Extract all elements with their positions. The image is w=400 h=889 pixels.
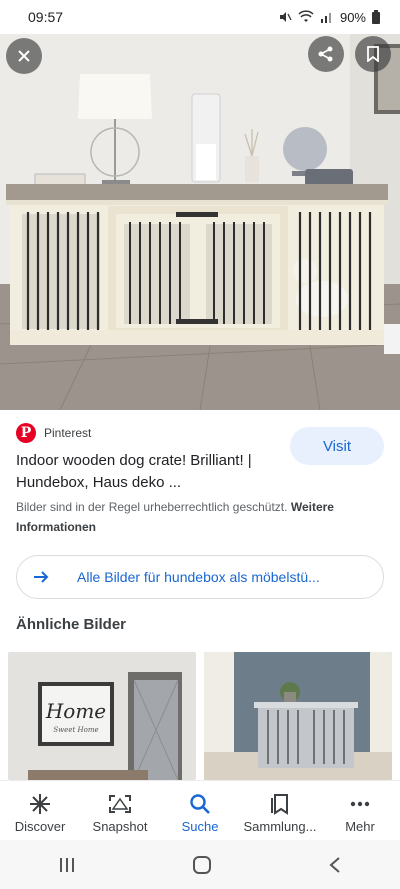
similar-image-1[interactable]: Home Sweet Home <box>8 652 196 780</box>
save-button[interactable] <box>355 36 391 72</box>
nav-snapshot-label: Snapshot <box>92 819 148 834</box>
share-icon <box>317 45 335 63</box>
battery-percent: 90% <box>339 9 366 25</box>
more-icon <box>349 793 371 815</box>
nav-collections[interactable]: Sammlung... <box>242 793 318 834</box>
pinterest-logo-icon: P <box>16 423 36 443</box>
signal-icon <box>320 10 334 24</box>
source-row[interactable]: P Pinterest <box>16 423 91 443</box>
home-icon[interactable] <box>192 855 212 875</box>
thumb-home-text: Home <box>45 699 106 723</box>
mute-icon <box>278 10 292 24</box>
snapshot-icon <box>108 793 132 815</box>
nav-more[interactable]: Mehr <box>322 793 398 834</box>
asterisk-icon <box>29 793 51 815</box>
share-button[interactable] <box>308 36 344 72</box>
status-time: 09:57 <box>28 9 64 25</box>
nav-discover[interactable]: Discover <box>2 793 78 834</box>
bookmark-icon <box>366 46 380 62</box>
bottom-nav: Discover Snapshot Suche Sammlung... Mehr <box>0 780 400 840</box>
main-image[interactable] <box>0 34 400 410</box>
all-images-label: Alle Bilder für hundebox als möbelstü... <box>77 569 320 585</box>
similar-images-heading: Ähnliche Bilder <box>16 616 127 633</box>
nav-discover-label: Discover <box>14 819 66 834</box>
similar-image-1-picture: Home Sweet Home <box>8 652 196 780</box>
arrow-right-icon <box>33 570 49 584</box>
dog-crate-photo <box>0 34 400 410</box>
similar-image-2-picture <box>204 652 392 780</box>
result-title[interactable]: Indoor wooden dog crate! Brilliant! | Hu… <box>16 450 278 494</box>
copyright-text: Bilder sind in der Regel urheberrechtlic… <box>16 500 288 514</box>
search-icon <box>189 793 211 815</box>
similar-image-2[interactable] <box>204 652 392 780</box>
close-icon <box>17 49 31 63</box>
all-images-button[interactable]: Alle Bilder für hundebox als möbelstü... <box>16 555 384 599</box>
status-bar: 09:57 90% <box>0 0 400 34</box>
back-icon[interactable] <box>328 856 342 874</box>
collection-icon <box>269 793 291 815</box>
wifi-icon <box>298 10 314 24</box>
thumb-home-subtext: Sweet Home <box>53 726 98 734</box>
battery-icon <box>372 10 380 24</box>
status-icons: 90% <box>278 10 380 25</box>
source-name: Pinterest <box>44 426 92 440</box>
visit-button[interactable]: Visit <box>290 427 384 465</box>
nav-search[interactable]: Suche <box>162 793 238 834</box>
recents-icon[interactable] <box>58 856 76 874</box>
nav-collections-label: Sammlung... <box>243 819 317 834</box>
close-button[interactable] <box>6 38 42 74</box>
nav-search-label: Suche <box>181 819 219 834</box>
copyright-notice: Bilder sind in der Regel urheberrechtlic… <box>16 497 386 537</box>
nav-more-label: Mehr <box>345 819 375 834</box>
nav-snapshot[interactable]: Snapshot <box>82 793 158 834</box>
system-nav-bar <box>0 840 400 889</box>
